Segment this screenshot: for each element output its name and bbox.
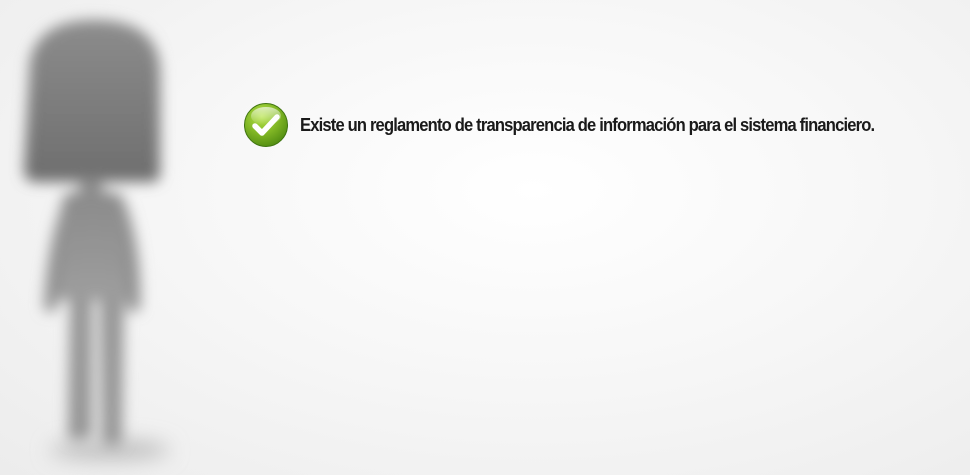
slide-stage: Existe un reglamento de transparencia de…	[0, 0, 970, 475]
check-icon	[243, 102, 289, 148]
person-silhouette-icon	[0, 0, 210, 475]
statement-text: Existe un reglamento de transparencia de…	[300, 114, 875, 135]
statement-row: Existe un reglamento de transparencia de…	[243, 101, 924, 149]
